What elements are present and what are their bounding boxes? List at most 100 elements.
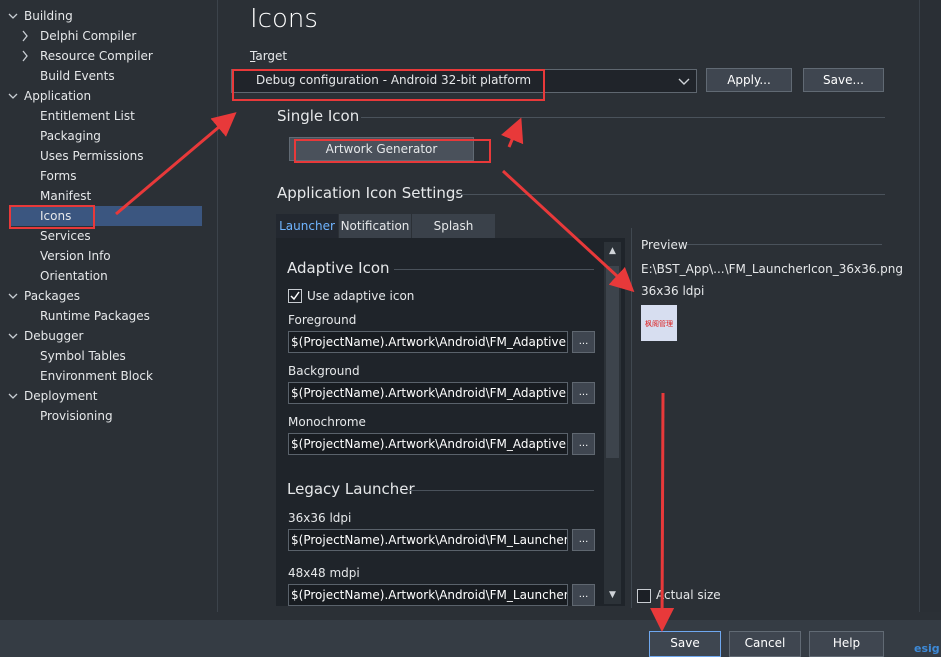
tree-item-label: Deployment — [24, 389, 98, 403]
foreground-path-input[interactable]: $(ProjectName).Artwork\Android\FM_Adapti… — [288, 331, 568, 353]
section-divider — [394, 269, 594, 270]
mdpi-browse-button[interactable]: ... — [572, 584, 595, 606]
tree-item-label: Entitlement List — [40, 109, 135, 123]
preview-path: E:\BST_App\...\FM_LauncherIcon_36x36.png — [641, 262, 904, 276]
background-browse-button[interactable]: ... — [572, 382, 595, 404]
mdpi-label: 48x48 mdpi — [288, 566, 360, 580]
tree-item-label: Debugger — [24, 329, 84, 343]
tree-item-version-info[interactable]: Version Info — [0, 246, 218, 266]
chevron-down-icon[interactable] — [6, 386, 20, 406]
monochrome-label: Monochrome — [288, 415, 366, 429]
apply-button[interactable]: Apply... — [706, 68, 792, 92]
settings-tree: Building Delphi Compiler Resource Compiler… — [0, 0, 218, 612]
tree-item-label: Runtime Packages — [40, 309, 150, 323]
preview-density: 36x36 ldpi — [641, 284, 705, 298]
tab-launcher[interactable]: Launcher — [276, 214, 338, 238]
chevron-down-icon — [678, 78, 690, 85]
tree-item-label: Packages — [24, 289, 80, 303]
tree-item-label: Uses Permissions — [40, 149, 144, 163]
chevron-down-icon[interactable] — [6, 286, 20, 306]
tree-item-forms[interactable]: Forms — [0, 166, 218, 186]
chevron-down-icon[interactable] — [6, 6, 20, 26]
tab-notification[interactable]: Notification — [339, 214, 411, 238]
ldpi-browse-button[interactable]: ... — [572, 529, 595, 551]
preview-icon-text: 枫阁管理 — [645, 320, 673, 328]
tree-item-building[interactable]: Building — [0, 6, 218, 26]
tree-item-provisioning[interactable]: Provisioning — [0, 406, 218, 426]
right-edge-panel — [919, 0, 941, 612]
tree-item-label: Symbol Tables — [40, 349, 126, 363]
scroll-up-icon[interactable]: ▲ — [604, 242, 621, 260]
corner-text: esig — [914, 642, 940, 655]
cancel-button[interactable]: Cancel — [729, 631, 801, 657]
chevron-down-icon[interactable] — [6, 86, 20, 106]
actual-size-checkbox[interactable] — [637, 589, 651, 603]
tree-item-services[interactable]: Services — [0, 226, 218, 246]
tree-item-uses-permissions[interactable]: Uses Permissions — [0, 146, 218, 166]
tree-item-runtime-packages[interactable]: Runtime Packages — [0, 306, 218, 326]
monochrome-path-input[interactable]: $(ProjectName).Artwork\Android\FM_Adapti… — [288, 433, 568, 455]
annotation-box-target — [232, 69, 545, 101]
launcher-panel: Adaptive Icon Use adaptive icon Foregrou… — [276, 238, 625, 606]
tree-item-entitlement-list[interactable]: Entitlement List — [0, 106, 218, 126]
tree-item-build-events[interactable]: Build Events — [0, 66, 218, 86]
preview-icon-image: 枫阁管理 — [641, 305, 677, 341]
annotation-box-icons — [9, 205, 95, 229]
tree-item-label: Resource Compiler — [40, 49, 153, 63]
section-divider — [408, 490, 594, 491]
actual-size-label: Actual size — [656, 588, 721, 602]
tree-item-debugger[interactable]: Debugger — [0, 326, 218, 346]
tree-item-label: Provisioning — [40, 409, 113, 423]
chevron-right-icon[interactable] — [18, 26, 32, 46]
tree-item-packages[interactable]: Packages — [0, 286, 218, 306]
annotation-box-artwork — [294, 139, 491, 163]
ldpi-label: 36x36 ldpi — [288, 511, 352, 525]
monochrome-browse-button[interactable]: ... — [572, 433, 595, 455]
foreground-browse-button[interactable]: ... — [572, 331, 595, 353]
save-button[interactable]: Save — [649, 631, 721, 657]
tree-item-label: Build Events — [40, 69, 115, 83]
tree-item-label: Manifest — [40, 189, 92, 203]
legacy-launcher-title: Legacy Launcher — [287, 480, 415, 498]
target-label: Target — [250, 49, 288, 63]
tree-item-label: Services — [40, 229, 91, 243]
foreground-label: Foreground — [288, 313, 357, 327]
tree-item-symbol-tables[interactable]: Symbol Tables — [0, 346, 218, 366]
chevron-down-icon[interactable] — [6, 326, 20, 346]
use-adaptive-icon-label: Use adaptive icon — [307, 289, 415, 303]
tree-item-packaging[interactable]: Packaging — [0, 126, 218, 146]
page-title: Icons — [250, 4, 318, 34]
tree-item-label: Forms — [40, 169, 77, 183]
background-label: Background — [288, 364, 360, 378]
tree-item-application[interactable]: Application — [0, 86, 218, 106]
tree-item-deployment[interactable]: Deployment — [0, 386, 218, 406]
tree-item-delphi-compiler[interactable]: Delphi Compiler — [0, 26, 218, 46]
tree-item-environment-block[interactable]: Environment Block — [0, 366, 218, 386]
background-path-input[interactable]: $(ProjectName).Artwork\Android\FM_Adapti… — [288, 382, 568, 404]
app-icon-settings-title: Application Icon Settings — [277, 184, 464, 202]
tree-item-orientation[interactable]: Orientation — [0, 266, 218, 286]
tree-item-label: Application — [24, 89, 92, 103]
preview-title: Preview — [641, 238, 688, 252]
single-icon-title: Single Icon — [277, 107, 360, 125]
use-adaptive-icon-checkbox[interactable] — [288, 289, 302, 303]
section-divider — [361, 117, 885, 118]
tree-item-manifest[interactable]: Manifest — [0, 186, 218, 206]
tree-item-label: Version Info — [40, 249, 111, 263]
tree-item-label: Packaging — [40, 129, 101, 143]
save-target-button[interactable]: Save... — [803, 68, 884, 92]
scroll-thumb[interactable] — [606, 266, 619, 458]
tree-item-label: Building — [24, 9, 73, 23]
scroll-down-icon[interactable]: ▼ — [604, 586, 621, 604]
tab-splash-screen[interactable]: Splash Screen — [412, 214, 495, 257]
tree-item-resource-compiler[interactable]: Resource Compiler — [0, 46, 218, 66]
help-button[interactable]: Help — [809, 631, 884, 657]
tree-item-label: Environment Block — [40, 369, 153, 383]
panel-scrollbar[interactable]: ▲ ▼ — [604, 242, 621, 604]
section-divider — [454, 194, 885, 195]
ldpi-path-input[interactable]: $(ProjectName).Artwork\Android\FM_Launch… — [288, 529, 568, 551]
mdpi-path-input[interactable]: $(ProjectName).Artwork\Android\FM_Launch… — [288, 584, 568, 606]
chevron-right-icon[interactable] — [18, 46, 32, 66]
preview-divider — [631, 228, 632, 608]
section-divider — [687, 244, 882, 245]
